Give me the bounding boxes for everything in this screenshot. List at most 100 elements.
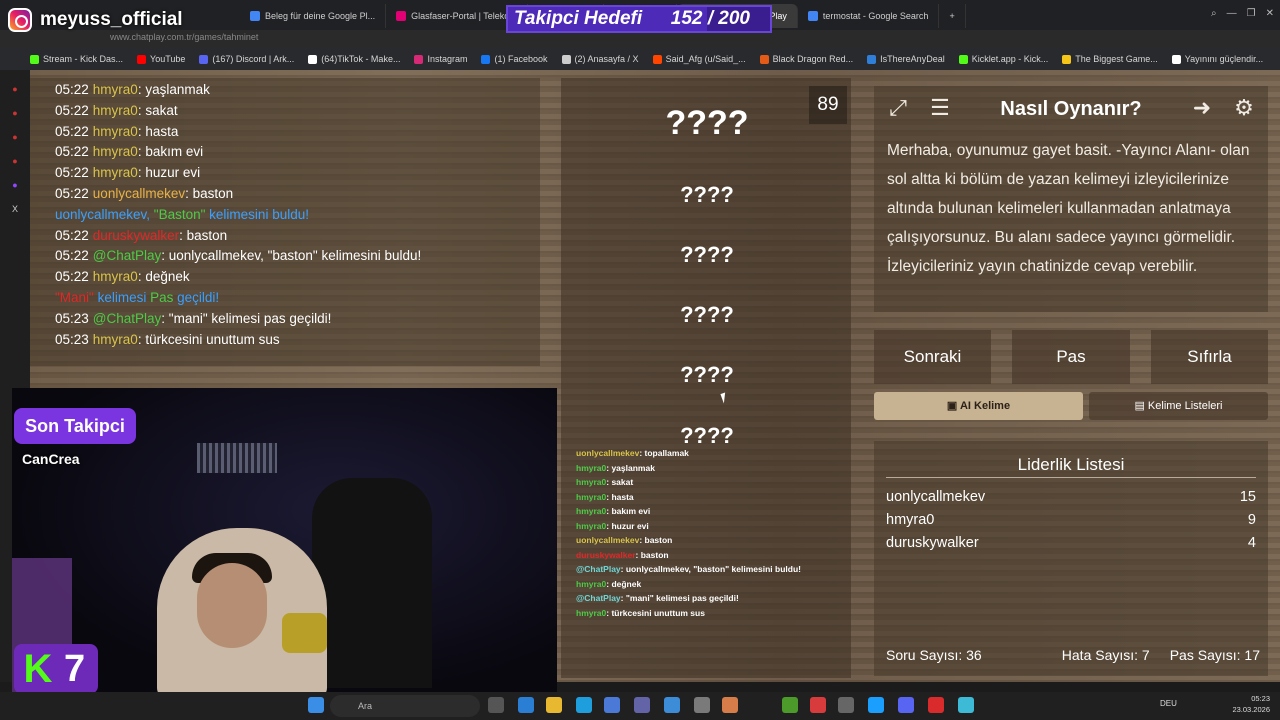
sidebar-icon[interactable]: ●: [10, 156, 20, 166]
chat-message: 05:23 @ChatPlay: "mani" kelimesi pas geçi…: [55, 309, 515, 330]
next-button[interactable]: Sonraki: [874, 330, 991, 384]
chat-text: : yaşlanmak: [137, 82, 210, 97]
taskbar-app-icon[interactable]: [634, 697, 650, 713]
sidebar-icon[interactable]: ●: [10, 180, 20, 190]
chat-user: uonlycallmekev: [576, 535, 640, 545]
bookmark-label: (1) Facebook: [494, 54, 548, 64]
start-icon[interactable]: [308, 697, 324, 713]
taskbar-search[interactable]: Ara: [330, 695, 480, 717]
x-icon[interactable]: X: [10, 204, 20, 214]
taskbar-app-icon[interactable]: [546, 697, 562, 713]
minimize-icon[interactable]: —: [1227, 8, 1237, 19]
chat-user: uonlycallmekev: [92, 185, 186, 201]
clock[interactable]: 05:23 23.03.2026: [1232, 693, 1270, 715]
language-indicator[interactable]: DEU: [1160, 699, 1177, 708]
bookmark-item[interactable]: IsThereAnyDeal: [867, 54, 945, 64]
player-score: 4: [1247, 535, 1256, 551]
bookmark-item[interactable]: YouTube: [137, 54, 185, 64]
taskbar-app-icon[interactable]: [928, 697, 944, 713]
question-count: Soru Sayısı: 36: [886, 647, 982, 663]
chat-text: : uonlycallmekev, "baston" kelimesini bu…: [161, 248, 422, 264]
chat-message: 05:22 @ChatPlay: uonlycallmekev, "baston"…: [55, 246, 515, 267]
bookmark-label: Instagram: [427, 54, 468, 64]
chat-time: 05:22: [55, 144, 89, 160]
tab-favicon-icon: [807, 11, 818, 21]
search-placeholder: Ara: [358, 701, 373, 711]
chat-text: : baston: [635, 549, 669, 560]
chat-user: hmyra0: [92, 269, 138, 285]
bookmark-favicon-icon: [1171, 54, 1181, 64]
taskbar-app-icon[interactable]: [810, 697, 826, 713]
gear-icon[interactable]: ⚙: [1228, 92, 1260, 124]
system-text: geçildi!: [173, 289, 220, 305]
taskbar-app-icon[interactable]: [722, 697, 738, 713]
browser-tab[interactable]: termostat - Google Search: [798, 4, 940, 28]
taskbar-app-icon[interactable]: [604, 697, 620, 713]
taskbar-app-icon[interactable]: [488, 697, 504, 713]
taskbar-app-icon[interactable]: [958, 697, 974, 713]
bookmark-favicon-icon: [867, 54, 877, 64]
bookmark-item[interactable]: Kicklet.app - Kick...: [958, 54, 1048, 64]
close-icon[interactable]: ✕: [1266, 8, 1274, 19]
taskbar-app-icon[interactable]: [898, 697, 914, 713]
chat-user: hmyra0: [576, 491, 607, 502]
chat-text: : değnek: [606, 578, 642, 589]
chat-message: 05:22 hmyra0: bakım evi: [55, 142, 515, 163]
chat-text: : baston: [185, 185, 234, 201]
bookmark-label: Black Dragon Red...: [772, 54, 854, 64]
tab-label: Glasfaser-Portal | Telekom: [411, 11, 517, 21]
chat-user: hmyra0: [92, 144, 138, 160]
logout-icon[interactable]: ➜: [1186, 92, 1218, 124]
reset-button[interactable]: Sıfırla: [1151, 330, 1268, 384]
taskbar-app-icon[interactable]: [518, 697, 534, 713]
taskbar-app-icon[interactable]: [782, 697, 798, 713]
bookmark-item[interactable]: Black Dragon Red...: [759, 54, 854, 64]
browser-tab[interactable]: Beleg für deine Google Pl...: [240, 4, 387, 28]
bookmark-item[interactable]: (1) Facebook: [481, 54, 548, 64]
chat-text: : yaşlanmak: [606, 462, 655, 473]
chat-time: 05:22: [55, 185, 89, 201]
bookmark-label: IsThereAnyDeal: [880, 54, 945, 64]
taskbar-app-icon[interactable]: [838, 697, 854, 713]
new-tab-button[interactable]: +: [939, 4, 966, 28]
chat-user: hmyra0: [92, 102, 138, 118]
overlay-chat-message: @ChatPlay: "mani" kelimesi pas geçildi!: [576, 591, 846, 606]
bookmark-item[interactable]: (64)TikTok - Make...: [308, 54, 400, 64]
sidebar-icon[interactable]: ●: [10, 84, 20, 94]
bookmark-item[interactable]: (167) Discord | Ark...: [199, 54, 294, 64]
bookmarks-bar: Stream - Kick Das... YouTube (167) Discord…: [0, 48, 1280, 70]
bookmark-item[interactable]: (2) Anasayfa / X: [561, 54, 639, 64]
divider: [886, 477, 1256, 478]
taskbar-app-icon[interactable]: [576, 697, 592, 713]
bookmark-favicon-icon: [958, 54, 968, 64]
taskbar-app-icon[interactable]: [664, 697, 680, 713]
chat-user: hmyra0: [92, 331, 138, 347]
sidebar-icon[interactable]: ●: [10, 108, 20, 118]
leaderboard-row: uonlycallmekev 15: [886, 489, 1256, 505]
window-controls: ⌕ — ❐ ✕: [1211, 8, 1274, 19]
word-lists-button[interactable]: ▤ Kelime Listeleri: [1089, 392, 1268, 420]
bookmark-item[interactable]: Yayınını güçlendir...: [1171, 54, 1263, 64]
sidebar-icon[interactable]: ●: [10, 132, 20, 142]
chat-message: 05:22 duruskywalker: baston: [55, 226, 515, 247]
bookmark-item[interactable]: Instagram: [414, 54, 467, 64]
pass-button[interactable]: Pas: [1012, 330, 1130, 384]
chat-text: : sakat: [137, 102, 178, 118]
bookmark-item[interactable]: Stream - Kick Das...: [30, 54, 123, 64]
taskbar-app-icon[interactable]: [694, 697, 710, 713]
taskbar-app-icon[interactable]: [868, 697, 884, 713]
chat-text: : türkcesini unuttum sus: [606, 607, 705, 618]
chat-text: : huzur evi: [137, 165, 201, 181]
hidden-word: ????: [680, 362, 734, 387]
hidden-word: ????: [680, 302, 734, 327]
chat-text: : türkcesini unuttum sus: [137, 331, 280, 347]
overlay-chat-message: hmyra0: bakım evi: [576, 504, 846, 519]
chat-user: uonlycallmekev: [576, 448, 640, 458]
bookmark-label: (2) Anasayfa / X: [574, 54, 639, 64]
leaderboard-row: hmyra0 9: [886, 512, 1256, 528]
bookmark-item[interactable]: The Biggest Game...: [1062, 54, 1158, 64]
search-icon[interactable]: ⌕: [1211, 8, 1217, 19]
bookmark-item[interactable]: Said_Afg (u/Said_...: [652, 54, 746, 64]
ai-word-button[interactable]: ▣ AI Kelime: [874, 392, 1083, 420]
maximize-icon[interactable]: ❐: [1247, 8, 1256, 19]
